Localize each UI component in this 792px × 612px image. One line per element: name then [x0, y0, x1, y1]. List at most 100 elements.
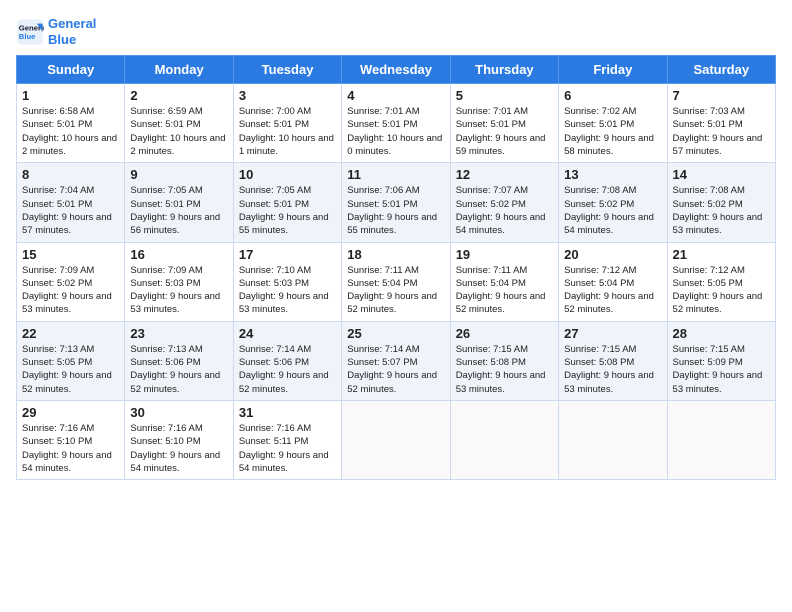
day-detail: Sunrise: 7:02 AM Sunset: 5:01 PM Dayligh…: [564, 105, 661, 158]
day-detail: Sunrise: 7:04 AM Sunset: 5:01 PM Dayligh…: [22, 184, 119, 237]
day-detail: Sunrise: 7:08 AM Sunset: 5:02 PM Dayligh…: [564, 184, 661, 237]
calendar-week-5: 29 Sunrise: 7:16 AM Sunset: 5:10 PM Dayl…: [17, 400, 776, 479]
day-number: 27: [564, 326, 661, 341]
day-detail: Sunrise: 7:12 AM Sunset: 5:04 PM Dayligh…: [564, 264, 661, 317]
calendar-week-1: 1 Sunrise: 6:58 AM Sunset: 5:01 PM Dayli…: [17, 84, 776, 163]
day-detail: Sunrise: 7:01 AM Sunset: 5:01 PM Dayligh…: [456, 105, 553, 158]
day-detail: Sunrise: 7:01 AM Sunset: 5:01 PM Dayligh…: [347, 105, 444, 158]
day-number: 25: [347, 326, 444, 341]
calendar-cell: 9 Sunrise: 7:05 AM Sunset: 5:01 PM Dayli…: [125, 163, 233, 242]
calendar-cell: 4 Sunrise: 7:01 AM Sunset: 5:01 PM Dayli…: [342, 84, 450, 163]
day-detail: Sunrise: 7:08 AM Sunset: 5:02 PM Dayligh…: [673, 184, 770, 237]
day-detail: Sunrise: 7:03 AM Sunset: 5:01 PM Dayligh…: [673, 105, 770, 158]
calendar-week-4: 22 Sunrise: 7:13 AM Sunset: 5:05 PM Dayl…: [17, 321, 776, 400]
header-day-sunday: Sunday: [17, 56, 125, 84]
day-number: 1: [22, 88, 119, 103]
calendar-cell: 29 Sunrise: 7:16 AM Sunset: 5:10 PM Dayl…: [17, 400, 125, 479]
day-detail: Sunrise: 7:00 AM Sunset: 5:01 PM Dayligh…: [239, 105, 336, 158]
day-detail: Sunrise: 6:58 AM Sunset: 5:01 PM Dayligh…: [22, 105, 119, 158]
calendar-cell: 8 Sunrise: 7:04 AM Sunset: 5:01 PM Dayli…: [17, 163, 125, 242]
calendar-cell: 18 Sunrise: 7:11 AM Sunset: 5:04 PM Dayl…: [342, 242, 450, 321]
day-detail: Sunrise: 7:10 AM Sunset: 5:03 PM Dayligh…: [239, 264, 336, 317]
calendar-cell: 30 Sunrise: 7:16 AM Sunset: 5:10 PM Dayl…: [125, 400, 233, 479]
day-detail: Sunrise: 7:16 AM Sunset: 5:11 PM Dayligh…: [239, 422, 336, 475]
day-detail: Sunrise: 7:15 AM Sunset: 5:08 PM Dayligh…: [456, 343, 553, 396]
header-day-friday: Friday: [559, 56, 667, 84]
day-detail: Sunrise: 7:06 AM Sunset: 5:01 PM Dayligh…: [347, 184, 444, 237]
logo-area: General Blue GeneralBlue: [16, 16, 96, 47]
calendar-cell: 2 Sunrise: 6:59 AM Sunset: 5:01 PM Dayli…: [125, 84, 233, 163]
day-detail: Sunrise: 6:59 AM Sunset: 5:01 PM Dayligh…: [130, 105, 227, 158]
day-number: 21: [673, 247, 770, 262]
calendar-cell: [342, 400, 450, 479]
calendar-cell: 5 Sunrise: 7:01 AM Sunset: 5:01 PM Dayli…: [450, 84, 558, 163]
calendar-cell: 6 Sunrise: 7:02 AM Sunset: 5:01 PM Dayli…: [559, 84, 667, 163]
calendar-cell: [450, 400, 558, 479]
day-detail: Sunrise: 7:15 AM Sunset: 5:08 PM Dayligh…: [564, 343, 661, 396]
calendar-cell: 19 Sunrise: 7:11 AM Sunset: 5:04 PM Dayl…: [450, 242, 558, 321]
day-number: 3: [239, 88, 336, 103]
day-number: 20: [564, 247, 661, 262]
calendar-cell: 16 Sunrise: 7:09 AM Sunset: 5:03 PM Dayl…: [125, 242, 233, 321]
header: General Blue GeneralBlue: [16, 16, 776, 47]
calendar-cell: 1 Sunrise: 6:58 AM Sunset: 5:01 PM Dayli…: [17, 84, 125, 163]
calendar-cell: 3 Sunrise: 7:00 AM Sunset: 5:01 PM Dayli…: [233, 84, 341, 163]
header-day-monday: Monday: [125, 56, 233, 84]
day-detail: Sunrise: 7:09 AM Sunset: 5:03 PM Dayligh…: [130, 264, 227, 317]
calendar-week-3: 15 Sunrise: 7:09 AM Sunset: 5:02 PM Dayl…: [17, 242, 776, 321]
day-number: 14: [673, 167, 770, 182]
day-number: 16: [130, 247, 227, 262]
day-number: 26: [456, 326, 553, 341]
day-number: 6: [564, 88, 661, 103]
calendar-cell: 24 Sunrise: 7:14 AM Sunset: 5:06 PM Dayl…: [233, 321, 341, 400]
day-detail: Sunrise: 7:11 AM Sunset: 5:04 PM Dayligh…: [456, 264, 553, 317]
calendar-cell: 27 Sunrise: 7:15 AM Sunset: 5:08 PM Dayl…: [559, 321, 667, 400]
day-number: 4: [347, 88, 444, 103]
calendar-cell: 25 Sunrise: 7:14 AM Sunset: 5:07 PM Dayl…: [342, 321, 450, 400]
day-detail: Sunrise: 7:16 AM Sunset: 5:10 PM Dayligh…: [22, 422, 119, 475]
calendar-week-2: 8 Sunrise: 7:04 AM Sunset: 5:01 PM Dayli…: [17, 163, 776, 242]
header-day-wednesday: Wednesday: [342, 56, 450, 84]
day-detail: Sunrise: 7:15 AM Sunset: 5:09 PM Dayligh…: [673, 343, 770, 396]
calendar-cell: [667, 400, 775, 479]
calendar-cell: 20 Sunrise: 7:12 AM Sunset: 5:04 PM Dayl…: [559, 242, 667, 321]
page-wrapper: General Blue GeneralBlue SundayMondayTue…: [16, 16, 776, 480]
day-number: 29: [22, 405, 119, 420]
calendar-cell: 13 Sunrise: 7:08 AM Sunset: 5:02 PM Dayl…: [559, 163, 667, 242]
day-number: 30: [130, 405, 227, 420]
day-detail: Sunrise: 7:05 AM Sunset: 5:01 PM Dayligh…: [239, 184, 336, 237]
day-number: 2: [130, 88, 227, 103]
day-number: 13: [564, 167, 661, 182]
day-detail: Sunrise: 7:05 AM Sunset: 5:01 PM Dayligh…: [130, 184, 227, 237]
day-number: 22: [22, 326, 119, 341]
svg-text:Blue: Blue: [19, 32, 36, 41]
calendar-cell: [559, 400, 667, 479]
day-detail: Sunrise: 7:16 AM Sunset: 5:10 PM Dayligh…: [130, 422, 227, 475]
calendar-cell: 31 Sunrise: 7:16 AM Sunset: 5:11 PM Dayl…: [233, 400, 341, 479]
calendar-cell: 28 Sunrise: 7:15 AM Sunset: 5:09 PM Dayl…: [667, 321, 775, 400]
calendar-cell: 14 Sunrise: 7:08 AM Sunset: 5:02 PM Dayl…: [667, 163, 775, 242]
header-day-tuesday: Tuesday: [233, 56, 341, 84]
day-number: 18: [347, 247, 444, 262]
logo-icon: General Blue: [16, 18, 44, 46]
day-number: 15: [22, 247, 119, 262]
calendar-cell: 7 Sunrise: 7:03 AM Sunset: 5:01 PM Dayli…: [667, 84, 775, 163]
day-number: 8: [22, 167, 119, 182]
calendar-cell: 17 Sunrise: 7:10 AM Sunset: 5:03 PM Dayl…: [233, 242, 341, 321]
day-number: 31: [239, 405, 336, 420]
day-detail: Sunrise: 7:07 AM Sunset: 5:02 PM Dayligh…: [456, 184, 553, 237]
calendar-cell: 22 Sunrise: 7:13 AM Sunset: 5:05 PM Dayl…: [17, 321, 125, 400]
day-number: 24: [239, 326, 336, 341]
day-number: 5: [456, 88, 553, 103]
day-number: 12: [456, 167, 553, 182]
day-detail: Sunrise: 7:14 AM Sunset: 5:07 PM Dayligh…: [347, 343, 444, 396]
day-number: 9: [130, 167, 227, 182]
day-number: 23: [130, 326, 227, 341]
calendar-table: SundayMondayTuesdayWednesdayThursdayFrid…: [16, 55, 776, 480]
day-detail: Sunrise: 7:12 AM Sunset: 5:05 PM Dayligh…: [673, 264, 770, 317]
calendar-cell: 21 Sunrise: 7:12 AM Sunset: 5:05 PM Dayl…: [667, 242, 775, 321]
day-number: 28: [673, 326, 770, 341]
day-number: 7: [673, 88, 770, 103]
day-detail: Sunrise: 7:09 AM Sunset: 5:02 PM Dayligh…: [22, 264, 119, 317]
calendar-cell: 12 Sunrise: 7:07 AM Sunset: 5:02 PM Dayl…: [450, 163, 558, 242]
